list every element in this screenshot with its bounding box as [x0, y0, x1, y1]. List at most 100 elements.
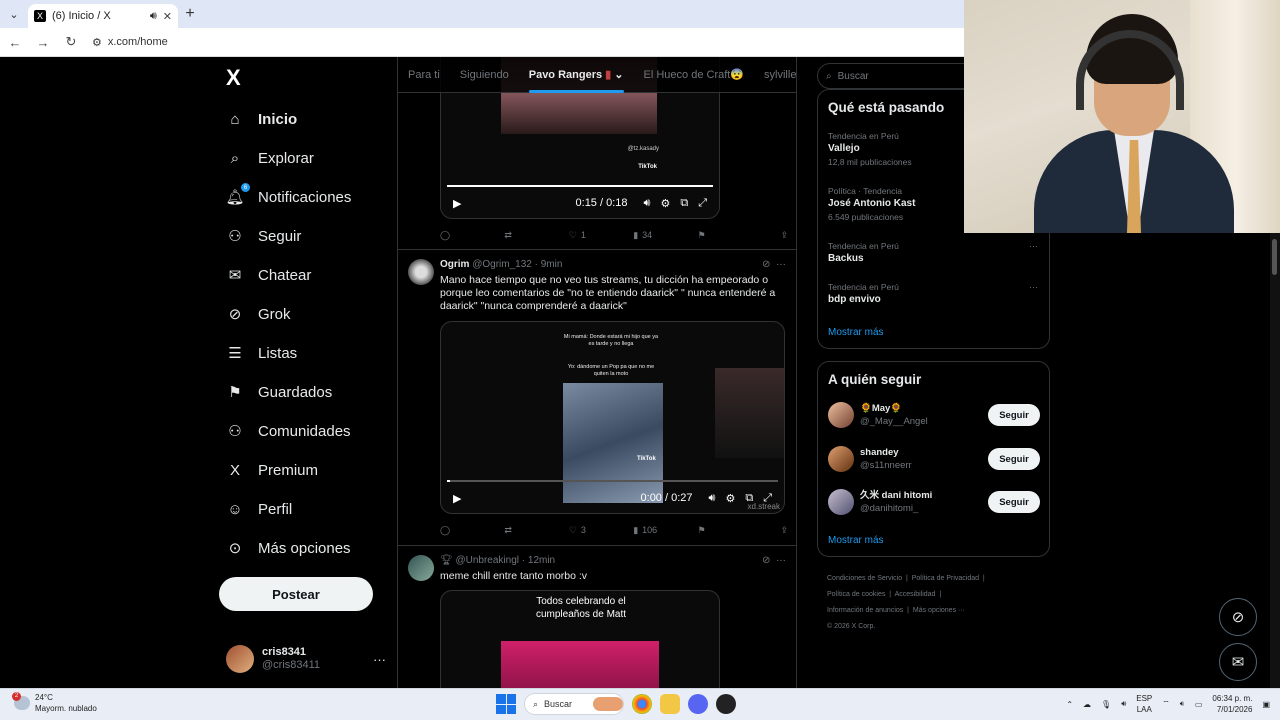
wifi-icon[interactable]: ⌔ [1162, 699, 1170, 709]
footer-link[interactable]: Condiciones de Servicio [827, 575, 902, 582]
like-button[interactable]: ♡ 3 [569, 525, 633, 536]
browser-tab[interactable]: X (6) Inicio / X 🔊︎ ✕ [28, 4, 178, 28]
folder-icon[interactable] [660, 694, 680, 714]
retweet-button[interactable]: ⇄ [504, 230, 568, 241]
volume-icon[interactable]: 🔊︎ [644, 197, 651, 210]
sidebar-item-chatear[interactable]: ✉ Chatear [226, 260, 312, 290]
notification-icon[interactable]: ▣ [1262, 700, 1270, 709]
follow-button[interactable]: Seguir [988, 404, 1040, 426]
footer-link[interactable]: Información de anuncios [827, 607, 903, 614]
language-indicator[interactable]: ESP LAA [1136, 693, 1152, 715]
windows-start-icon[interactable] [496, 694, 516, 714]
sidebar-item-perfil[interactable]: ☺ Perfil [226, 494, 292, 524]
sidebar-item-notificaciones[interactable]: 🔔︎ 6 Notificaciones [225, 182, 351, 212]
battery-icon[interactable]: ▭ [1195, 700, 1203, 709]
play-icon[interactable]: ▶ [453, 197, 461, 210]
reload-icon[interactable]: ↻ [64, 34, 78, 50]
more-icon[interactable]: ··· [1029, 240, 1038, 252]
sidebar-item-premium[interactable]: X Premium [226, 455, 318, 485]
views-button[interactable]: ▮ 34 [633, 230, 697, 241]
sidebar-item-guardados[interactable]: ⚑ Guardados [226, 377, 332, 407]
search-input[interactable]: ⌕ Buscar [817, 63, 977, 89]
speaker-icon[interactable]: 🔊︎ [150, 10, 157, 23]
close-tab-icon[interactable]: ✕ [163, 10, 172, 23]
tab-list-dropdown-icon[interactable]: ⌄ [0, 0, 28, 28]
show-more-link[interactable]: Mostrar más [828, 327, 884, 338]
grok-icon[interactable]: ⊘ [762, 555, 770, 566]
settings-icon[interactable]: ⚙ [725, 492, 735, 505]
sidebar-item-listas[interactable]: ☰ Listas [226, 338, 297, 368]
obs-icon[interactable] [716, 694, 736, 714]
network-icon[interactable]: ☁ [1083, 700, 1091, 709]
pip-icon[interactable]: ⧉ [680, 197, 688, 210]
sidebar-item-grok[interactable]: ⊘ Grok [226, 299, 291, 329]
mic-icon[interactable]: 🎙︎ [1101, 700, 1111, 709]
speaker-icon[interactable]: 🔊︎ [1121, 699, 1126, 709]
share-button[interactable]: ⇪ [762, 525, 788, 536]
volume-icon[interactable]: 🔉︎ [1180, 699, 1185, 709]
views-button[interactable]: ▮ 106 [633, 525, 697, 536]
grok-fab-icon[interactable]: ⊘ [1219, 598, 1257, 636]
follow-suggestion[interactable]: 🌻May🌻 @_May__Angel Seguir [828, 400, 1040, 430]
video-progress-bar[interactable] [447, 480, 778, 482]
share-button[interactable]: ⇪ [762, 230, 788, 241]
like-button[interactable]: ♡ 1 [569, 230, 633, 241]
bookmark-button[interactable]: ⚑ [698, 525, 762, 536]
video-player[interactable]: Mi mamá: Donde estará mi hijo que ya es … [440, 321, 785, 514]
follow-suggestion[interactable]: shandey @s11nneerr Seguir [828, 444, 1040, 474]
tab-para-ti[interactable]: Para ti [408, 57, 440, 93]
more-icon[interactable]: ··· [373, 652, 386, 667]
retweet-button[interactable]: ⇄ [504, 525, 568, 536]
volume-icon[interactable]: 🔊︎ [709, 492, 716, 505]
tab-pavo-rangers[interactable]: Pavo Rangers ▮ ⌄ [528, 57, 624, 93]
trend-item[interactable]: Tendencia en Perú bdp envivo ··· [828, 281, 1038, 307]
settings-icon[interactable]: ⚙ [660, 197, 670, 210]
back-icon[interactable]: ← [8, 35, 22, 50]
account-switcher[interactable]: cris8341 @cris83411 ··· [226, 643, 386, 675]
tab-siguiendo[interactable]: Siguiendo [460, 57, 509, 93]
more-icon[interactable]: ··· [776, 555, 786, 566]
tab-el-hueco-de-craft[interactable]: El Hueco de Craft 😨 [644, 57, 745, 93]
forward-icon[interactable]: → [36, 35, 50, 50]
post-button[interactable]: Postear [219, 577, 373, 611]
video-progress-bar[interactable] [447, 185, 713, 187]
sidebar-item-inicio[interactable]: ⌂ Inicio [226, 104, 297, 134]
tab-sylville[interactable]: sylville [764, 57, 796, 93]
footer-link[interactable]: Accesibilidad [895, 591, 936, 598]
scrollbar[interactable] [1270, 233, 1280, 688]
reply-button[interactable]: ◯ [440, 230, 504, 241]
weather-widget[interactable]: 2 24°C Mayorm. nublado [12, 692, 97, 714]
sidebar-item-explorar[interactable]: ⌕ Explorar [226, 143, 314, 173]
follow-button[interactable]: Seguir [988, 448, 1040, 470]
more-icon[interactable]: ··· [1029, 281, 1038, 293]
taskbar-search[interactable]: ⌕ Buscar [524, 693, 624, 715]
sidebar-item-más-opciones[interactable]: ⊙ Más opciones [226, 533, 351, 563]
avatar[interactable] [408, 555, 434, 581]
author-handle[interactable]: @Ogrim_132 · 9min [472, 259, 562, 270]
media-image[interactable]: Todos celebrando el cumpleaños de Matt [440, 590, 720, 688]
sidebar-item-seguir[interactable]: ⚇ Seguir [226, 221, 301, 251]
x-logo-icon[interactable]: X [226, 65, 241, 91]
trend-item[interactable]: Tendencia en Perú Backus ··· [828, 240, 1038, 266]
author-name[interactable]: Ogrim [440, 259, 469, 270]
follow-suggestion[interactable]: 久米 dani hitomi @danihitomi_ Seguir [828, 487, 1040, 517]
chevron-up-icon[interactable]: ⌃ [1066, 700, 1073, 709]
play-icon[interactable]: ▶ [453, 492, 461, 505]
new-tab-button[interactable]: + [178, 5, 202, 23]
bookmark-button[interactable]: ⚑ [698, 230, 762, 241]
follow-button[interactable]: Seguir [988, 491, 1040, 513]
messages-fab-icon[interactable]: ✉ [1219, 643, 1257, 681]
grok-icon[interactable]: ⊘ [762, 259, 770, 270]
footer-link[interactable]: Política de cookies [827, 591, 885, 598]
fullscreen-icon[interactable]: ⤢ [698, 197, 707, 210]
author-handle[interactable]: @Unbreakingl · 12min [455, 555, 555, 566]
site-info-icon[interactable]: ⚙ [92, 36, 102, 49]
footer-link[interactable]: Más opciones ··· [913, 607, 965, 614]
sidebar-item-comunidades[interactable]: ⚇ Comunidades [226, 416, 350, 446]
avatar[interactable] [408, 259, 434, 285]
show-more-link[interactable]: Mostrar más [828, 535, 884, 546]
chrome-icon[interactable] [632, 694, 652, 714]
url-field[interactable]: ⚙ x.com/home [92, 36, 168, 49]
more-icon[interactable]: ··· [776, 259, 786, 270]
footer-link[interactable]: Política de Privacidad [912, 575, 979, 582]
